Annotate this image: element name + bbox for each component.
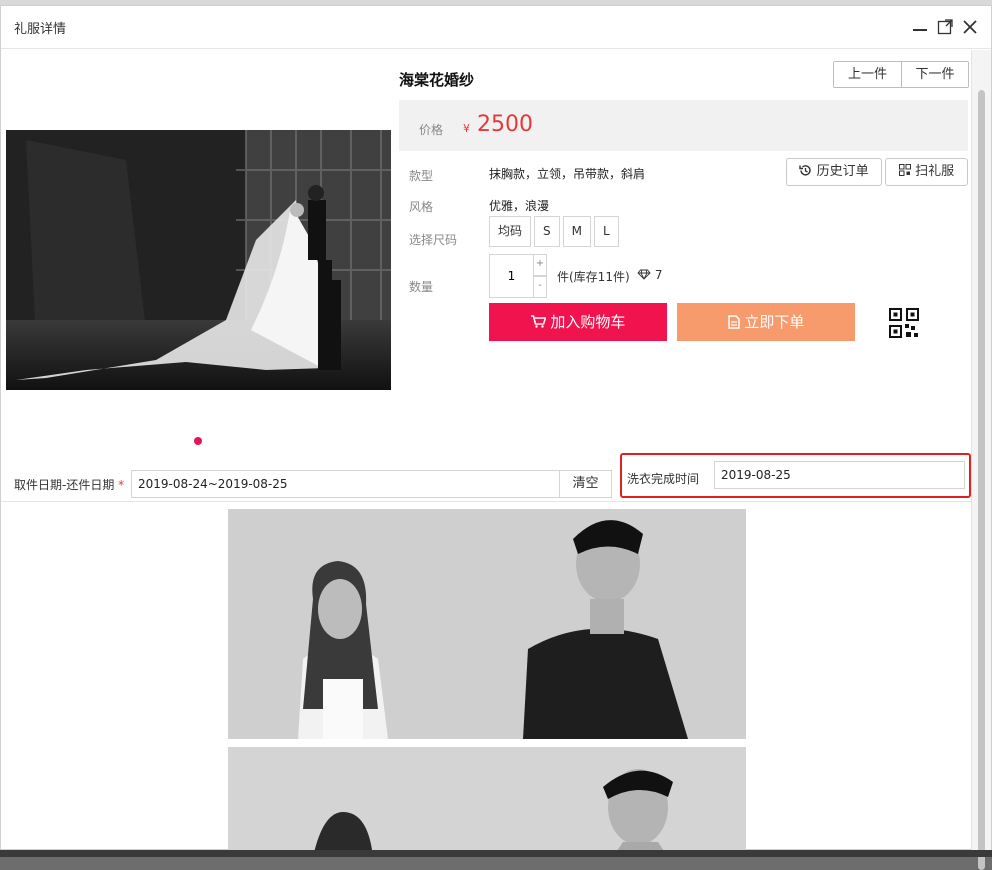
wash-completion-highlight: 洗衣完成时间 2019-08-25 — [620, 453, 971, 498]
document-icon — [727, 315, 740, 329]
size-option[interactable]: S — [534, 216, 560, 247]
gem-count: 7 — [637, 268, 662, 282]
order-now-label: 立即下单 — [744, 313, 805, 331]
history-orders-button[interactable]: 历史订单 — [786, 158, 882, 186]
scan-icon — [898, 164, 911, 176]
add-to-cart-label: 加入购物车 — [550, 313, 626, 331]
style-label: 款型 — [409, 169, 434, 183]
price-label: 价格 — [419, 123, 444, 137]
stock-text: 件(库存11件) — [557, 270, 630, 284]
carousel-indicator[interactable] — [194, 437, 202, 445]
tone-value: 优雅，浪漫 — [489, 199, 550, 213]
size-option[interactable]: M — [562, 216, 591, 247]
qr-code-icon[interactable] — [889, 308, 919, 338]
add-to-cart-button[interactable]: 加入购物车 — [489, 303, 667, 341]
history-orders-label: 历史订单 — [816, 164, 869, 179]
scan-dress-label: 扫礼服 — [915, 164, 955, 179]
maximize-icon[interactable] — [934, 16, 956, 38]
wash-completion-date-input[interactable]: 2019-08-25 — [714, 461, 965, 489]
diamond-icon — [637, 269, 651, 281]
pickup-return-label: 取件日期-还件日期 * — [14, 478, 125, 492]
scan-dress-button[interactable]: 扫礼服 — [885, 158, 968, 186]
dialog-content: 海棠花婚纱 上一件 下一件 价格 ¥ 2500 款型 抹胸款，立领，吊带款，斜肩… — [1, 50, 971, 850]
size-option[interactable]: 均码 — [489, 216, 532, 247]
wash-completion-label: 洗衣完成时间 — [627, 472, 700, 486]
dialog-title: 礼服详情 — [14, 22, 67, 37]
dress-detail-dialog: 礼服详情 海棠花婚纱 上一件 下一件 价格 ¥ 2500 款型 抹胸款，立领，吊… — [0, 5, 992, 870]
product-main-image — [6, 130, 391, 390]
background-strip — [0, 850, 992, 857]
detail-photo — [228, 747, 746, 850]
currency-symbol: ¥ — [463, 122, 470, 135]
required-mark: * — [118, 478, 125, 492]
gem-count-value: 7 — [654, 268, 663, 282]
pickup-return-date-input[interactable]: 2019-08-24~2019-08-25 — [131, 470, 560, 498]
close-icon[interactable] — [959, 16, 981, 38]
quantity-label: 数量 — [409, 280, 434, 294]
prev-item-button[interactable]: 上一件 — [834, 62, 901, 87]
size-option[interactable]: L — [594, 216, 619, 247]
product-title: 海棠花婚纱 — [399, 71, 475, 89]
minimize-icon[interactable] — [909, 16, 931, 38]
size-label: 选择尺码 — [409, 233, 458, 247]
scrollbar-thumb[interactable] — [978, 90, 985, 870]
style-value: 抹胸款，立领，吊带款，斜肩 — [489, 167, 646, 181]
size-options: 均码 S M L — [489, 216, 619, 247]
quantity-input[interactable]: 1 — [489, 254, 534, 298]
tone-label: 风格 — [409, 200, 434, 214]
title-bar: 礼服详情 — [1, 6, 991, 49]
increase-quantity-button[interactable]: + — [533, 254, 547, 276]
detail-photo — [228, 509, 746, 739]
cart-icon — [530, 315, 547, 328]
next-item-button[interactable]: 下一件 — [901, 62, 968, 87]
product-nav: 上一件 下一件 — [833, 61, 969, 88]
history-icon — [799, 165, 812, 176]
clear-button[interactable]: 清空 — [559, 470, 612, 498]
decrease-quantity-button[interactable]: - — [533, 276, 547, 298]
price-value: 2500 — [477, 112, 533, 137]
vertical-scrollbar[interactable] — [971, 50, 991, 870]
price-bar: 价格 ¥ 2500 — [399, 100, 968, 151]
order-now-button[interactable]: 立即下单 — [677, 303, 855, 341]
